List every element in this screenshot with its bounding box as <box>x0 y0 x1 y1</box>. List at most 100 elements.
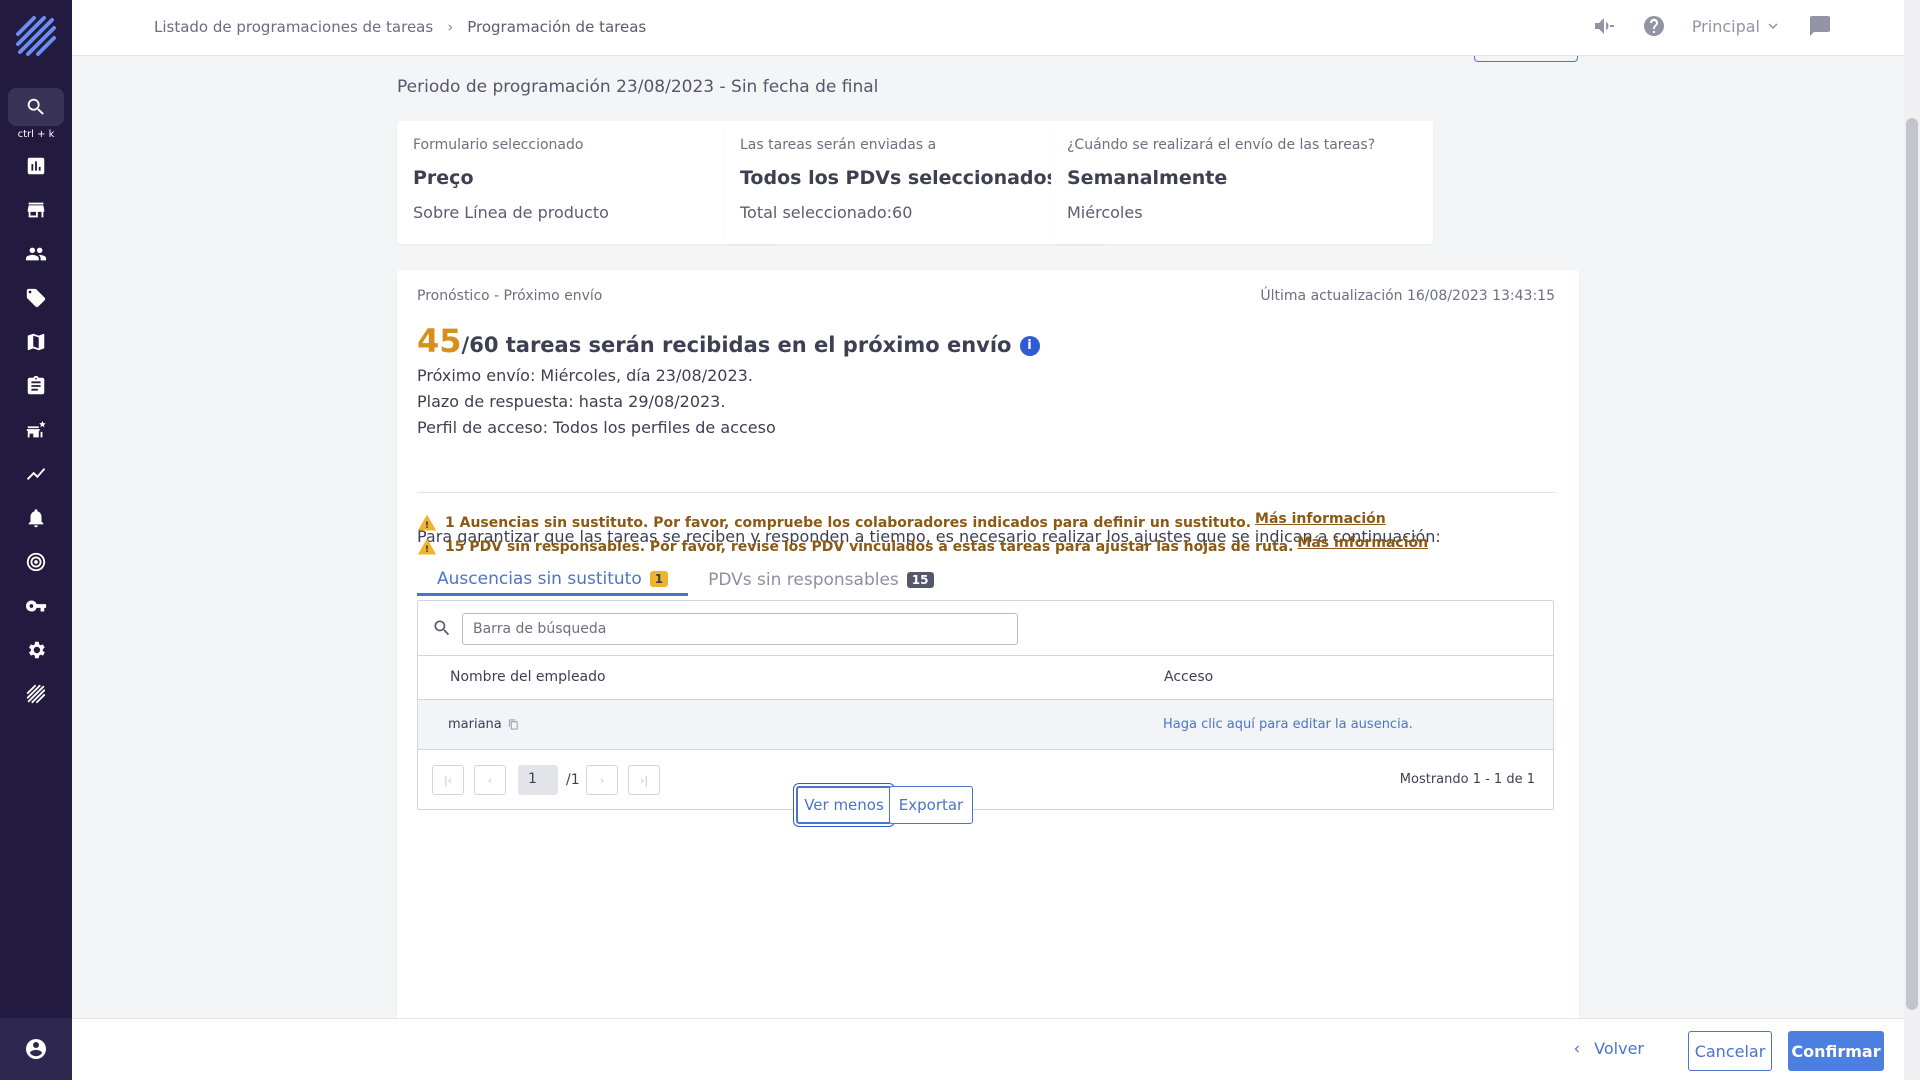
tab-badge: 1 <box>649 570 669 587</box>
search-icon <box>434 620 450 636</box>
top-actions: Principal <box>1592 14 1832 38</box>
footer-bar: Volver Cancelar Confirmar <box>72 1018 1904 1080</box>
column-employee-name[interactable]: Nombre del empleado <box>450 669 606 685</box>
confirm-button[interactable]: Confirmar <box>1788 1031 1884 1071</box>
copy-icon[interactable] <box>508 719 519 730</box>
card-label: Las tareas serán enviadas a <box>740 137 937 153</box>
dashboard-icon <box>27 157 45 175</box>
map-icon <box>27 333 45 351</box>
next-page-button[interactable]: › <box>586 765 618 795</box>
clipboard-icon <box>27 375 45 395</box>
forecast-headline: 45 /60 tareas serán recibidas en el próx… <box>417 322 1040 360</box>
edit-button-partial[interactable] <box>1474 56 1578 62</box>
card-label: ¿Cuándo se realizará el envío de las tar… <box>1067 137 1376 153</box>
card-subtitle: Miércoles <box>1067 203 1143 222</box>
pagination: |‹ ‹ 1 /1 › ›| Mostrando 1 - 1 de 1 <box>418 750 1553 808</box>
search-shortcut-hint: ctrl + k <box>17 129 55 140</box>
warning-pdv: 15 PDV sin responsables. Por favor, revi… <box>417 535 1428 557</box>
chevron-down-icon <box>1768 23 1778 29</box>
megaphone-icon[interactable] <box>1592 14 1616 38</box>
more-info-link[interactable]: Más información <box>1297 535 1428 551</box>
help-icon[interactable] <box>1642 14 1666 38</box>
nav-tasks[interactable] <box>20 370 52 402</box>
user-profile-button[interactable] <box>0 1018 72 1080</box>
nav-tags[interactable] <box>20 282 52 314</box>
store-icon <box>27 202 45 218</box>
forecast-title: Pronóstico - Próximo envío <box>417 288 603 304</box>
warning-absences: 1 Ausencias sin sustituto. Por favor, co… <box>417 511 1386 533</box>
back-button[interactable]: Volver <box>1570 1039 1644 1058</box>
warning-text: 15 PDV sin responsables. Por favor, revi… <box>445 539 1294 555</box>
forecast-panel: Pronóstico - Próximo envío Última actual… <box>397 270 1579 1018</box>
logo-small-icon <box>26 684 46 704</box>
tag-icon <box>26 288 46 308</box>
environment-label: Principal <box>1691 16 1760 36</box>
sidebar: ctrl + k <box>0 0 72 1080</box>
page-input[interactable]: 1 <box>518 765 558 795</box>
chat-icon[interactable] <box>1808 14 1832 38</box>
first-page-button[interactable]: |‹ <box>432 765 464 795</box>
pagination-info: Mostrando 1 - 1 de 1 <box>1399 772 1535 787</box>
breadcrumb-schedule-list[interactable]: Listado de programaciones de tareas <box>154 18 433 36</box>
nav-notifications[interactable] <box>20 502 52 534</box>
nav-people[interactable] <box>20 238 52 270</box>
info-icon[interactable]: i <box>1019 335 1040 356</box>
edit-absence-link[interactable]: Haga clic aquí para editar la ausencia. <box>1163 717 1413 732</box>
breadcrumb: Listado de programaciones de tareas › Pr… <box>154 18 646 36</box>
card-title: Preço <box>413 167 474 189</box>
more-info-link[interactable]: Más información <box>1255 511 1386 527</box>
card-subtitle: Sobre Línea de producto <box>413 203 609 222</box>
cancel-button[interactable]: Cancelar <box>1688 1031 1772 1071</box>
tab-pdv-no-owner[interactable]: PDVs sin responsables 15 <box>688 564 953 596</box>
see-less-button[interactable]: Ver menos <box>796 786 892 824</box>
prev-page-button[interactable]: ‹ <box>474 765 506 795</box>
nav-map[interactable] <box>20 326 52 358</box>
search-icon <box>27 98 44 115</box>
target-icon <box>26 552 46 572</box>
last-page-button[interactable]: ›| <box>628 765 660 795</box>
last-updated: Última actualización 16/08/2023 13:43:15 <box>1260 288 1555 304</box>
search-input[interactable] <box>462 613 1018 645</box>
absences-table: Nombre del empleado Acceso mariana Haga … <box>417 600 1554 810</box>
environment-selector[interactable]: Principal <box>1692 17 1782 36</box>
headline-text: /60 tareas serán recibidas en el próximo… <box>461 333 1012 357</box>
tab-absences[interactable]: Auscencias sin sustituto 1 <box>417 564 689 596</box>
nav-settings[interactable] <box>20 634 52 666</box>
chevron-left-icon <box>1574 1045 1580 1052</box>
account-icon <box>26 1039 46 1059</box>
scrollbar-thumb[interactable] <box>1906 118 1918 1010</box>
card-label: Formulario seleccionado <box>413 137 584 153</box>
card-recipients: Las tareas serán enviadas a Todos los PD… <box>724 121 1106 244</box>
warning-icon <box>417 538 437 555</box>
next-send: Próximo envío: Miércoles, día 23/08/2023… <box>417 366 753 385</box>
tab-label: PDVs sin responsables <box>708 570 899 590</box>
tabs: Auscencias sin sustituto 1 PDVs sin resp… <box>417 564 954 596</box>
nav-access[interactable] <box>20 590 52 622</box>
total-pages: /1 <box>566 772 580 788</box>
store-star-icon <box>26 420 46 438</box>
scrollbar[interactable] <box>1904 0 1920 1080</box>
access-profile: Perfil de acceso: Todos los perfiles de … <box>417 418 776 437</box>
warning-text: 1 Ausencias sin sustituto. Por favor, co… <box>445 515 1252 531</box>
key-icon <box>25 600 47 612</box>
app-logo-icon[interactable] <box>14 14 58 58</box>
nav-goals[interactable] <box>20 546 52 578</box>
card-subtitle: Total seleccionado:60 <box>740 203 913 222</box>
breadcrumb-current: Programación de tareas <box>467 18 647 36</box>
table-search-row <box>418 601 1553 656</box>
bell-icon <box>28 509 44 528</box>
warning-icon <box>417 514 437 531</box>
card-selected-form: Formulario seleccionado Preço Sobre Líne… <box>397 121 779 244</box>
export-button[interactable]: Exportar <box>889 786 973 824</box>
column-access[interactable]: Acceso <box>1164 669 1213 685</box>
card-title: Todos los PDVs seleccionados <box>740 167 1058 189</box>
search-button[interactable] <box>8 88 64 126</box>
schedule-period: Periodo de programación 23/08/2023 - Sin… <box>397 77 879 97</box>
table-header: Nombre del empleado Acceso <box>418 656 1553 700</box>
nav-featured-stores[interactable] <box>20 414 52 446</box>
nav-brand[interactable] <box>20 678 52 710</box>
nav-dashboard[interactable] <box>20 150 52 182</box>
nav-analytics[interactable] <box>20 458 52 490</box>
nav-store[interactable] <box>20 194 52 226</box>
chevron-right-icon: › <box>447 18 454 36</box>
